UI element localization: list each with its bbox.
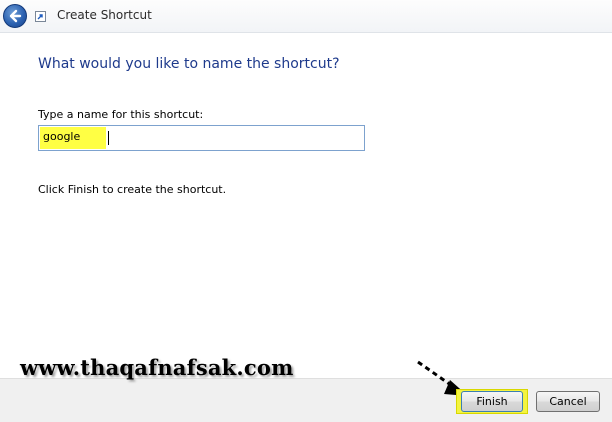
page-title: What would you like to name the shortcut… [38, 56, 340, 72]
instruction-text: Click Finish to create the shortcut. [38, 183, 227, 196]
back-arrow-icon[interactable] [3, 4, 27, 28]
finish-highlight: Finish [456, 389, 528, 414]
watermark-text: www.thaqafnafsak.com [20, 355, 294, 380]
finish-button[interactable]: Finish [461, 391, 523, 412]
name-field-label: Type a name for this shortcut: [38, 108, 204, 121]
title-bar: Create Shortcut [0, 0, 612, 33]
cancel-button[interactable]: Cancel [536, 391, 600, 412]
shortcut-icon [35, 11, 46, 22]
text-caret [108, 131, 109, 145]
shortcut-name-value: google [43, 130, 81, 143]
window-title: Create Shortcut [57, 8, 152, 22]
shortcut-name-input[interactable]: google [38, 125, 365, 151]
